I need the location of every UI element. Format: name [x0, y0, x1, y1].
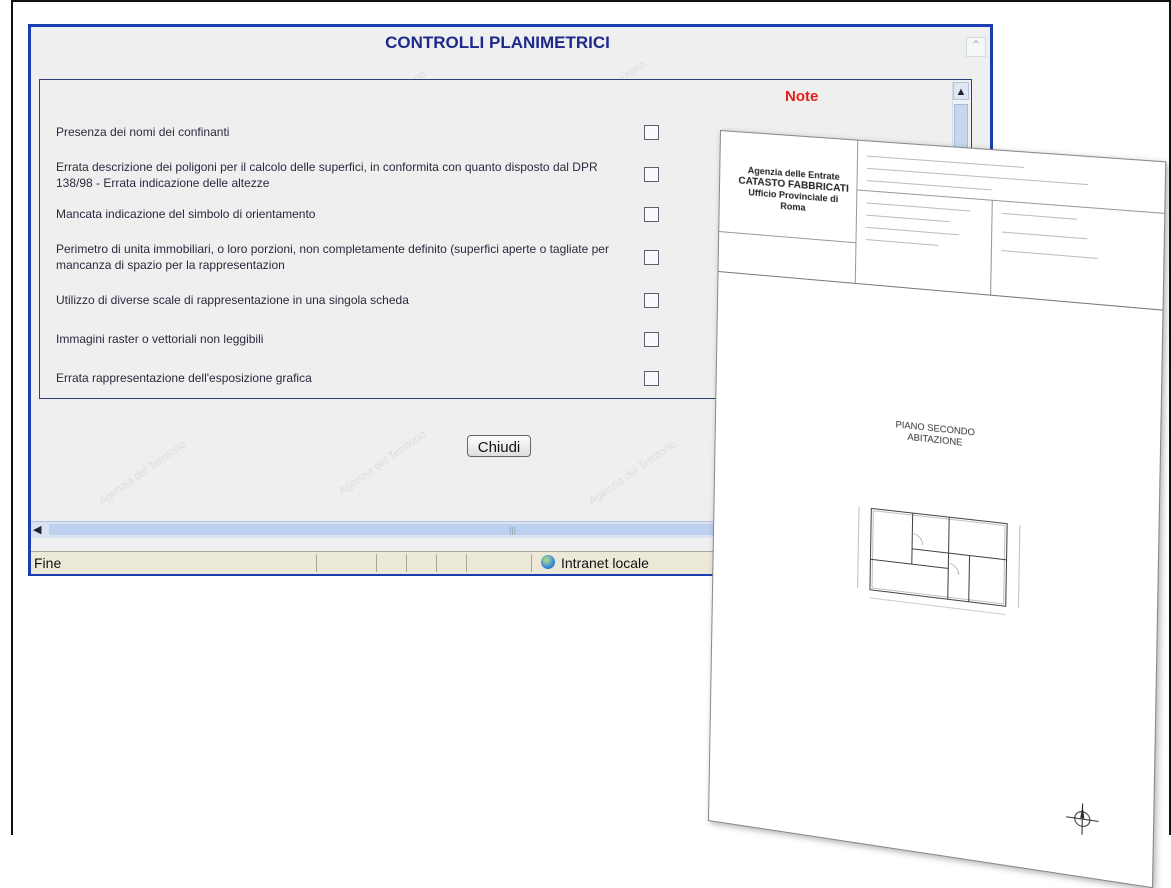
plan-title: PIANO SECONDO ABITAZIONE: [873, 417, 999, 452]
scroll-thumb[interactable]: |||: [49, 524, 739, 535]
check-label-perimetro: Perimetro di unita immobiliari, o loro p…: [56, 242, 609, 272]
watermark: Agenzia del Territorio: [96, 438, 189, 508]
scroll-up-arrow-icon[interactable]: ⌃: [966, 37, 986, 57]
status-bar: Fine Intranet locale: [31, 551, 741, 574]
status-divider: [466, 554, 467, 572]
checkbox-icon[interactable]: [644, 332, 659, 347]
header-divider: [990, 199, 993, 295]
check-label-poligoni: Errata descrizione dei poligoni per il c…: [56, 160, 598, 190]
header-text-line: [1001, 231, 1088, 240]
status-divider: [436, 554, 437, 572]
scroll-left-arrow-icon[interactable]: ◀: [33, 522, 47, 538]
watermark: Agenzia del Territorio: [336, 428, 429, 498]
agency-block: Agenzia delle Entrate CATASTO FABBRICATI…: [738, 164, 850, 217]
status-text: Fine: [34, 555, 62, 571]
header-text-line: [866, 226, 960, 236]
header-text-line: [866, 202, 971, 212]
status-divider: [406, 554, 407, 572]
check-label-confinanti: Presenza dei nomi dei confinanti: [56, 125, 230, 139]
header-text-line: [865, 239, 939, 246]
status-divider: [531, 554, 532, 572]
header-text-line: [866, 214, 950, 223]
header-divider: [719, 231, 856, 244]
scroll-up-arrow-icon[interactable]: ▲: [953, 82, 969, 100]
header-divider: [856, 189, 1165, 214]
header-divider: [854, 140, 859, 283]
status-divider: [316, 554, 317, 572]
close-button[interactable]: Chiudi: [467, 435, 531, 457]
floor-plan-document: Agenzia delle Entrate CATASTO FABBRICATI…: [708, 130, 1167, 888]
checkbox-icon[interactable]: [644, 167, 659, 182]
checkbox-icon[interactable]: [644, 250, 659, 265]
watermark: Agenzia del Territorio: [586, 438, 679, 508]
floor-plan-drawing: [849, 486, 1029, 625]
check-label-immagini: Immagini raster o vettoriali non leggibi…: [56, 332, 264, 346]
horizontal-scrollbar[interactable]: ◀ |||: [31, 521, 741, 538]
check-label-scale: Utilizzo di diverse scale di rappresenta…: [56, 293, 409, 307]
check-label-esposizione: Errata rappresentazione dell'esposizione…: [56, 371, 312, 385]
compass-rose-icon: [1066, 801, 1099, 837]
page-title: CONTROLLI PLANIMETRICI: [385, 33, 610, 52]
header-text-line: [1002, 212, 1077, 220]
checkbox-icon[interactable]: [644, 125, 659, 140]
checkbox-icon[interactable]: [644, 207, 659, 222]
checkbox-icon[interactable]: [644, 293, 659, 308]
header-text-line: [867, 155, 1025, 168]
check-label-orientamento: Mancata indicazione del simbolo di orien…: [56, 207, 316, 221]
checkbox-icon[interactable]: [644, 371, 659, 386]
intranet-globe-icon: [541, 555, 555, 569]
document-header: Agenzia delle Entrate CATASTO FABBRICATI…: [718, 131, 1166, 311]
header-text-line: [866, 180, 992, 191]
note-header: Note: [785, 88, 819, 105]
header-text-line: [1001, 250, 1098, 260]
grip-icon: |||: [509, 525, 517, 535]
status-divider: [376, 554, 377, 572]
zone-label: Intranet locale: [561, 555, 649, 571]
